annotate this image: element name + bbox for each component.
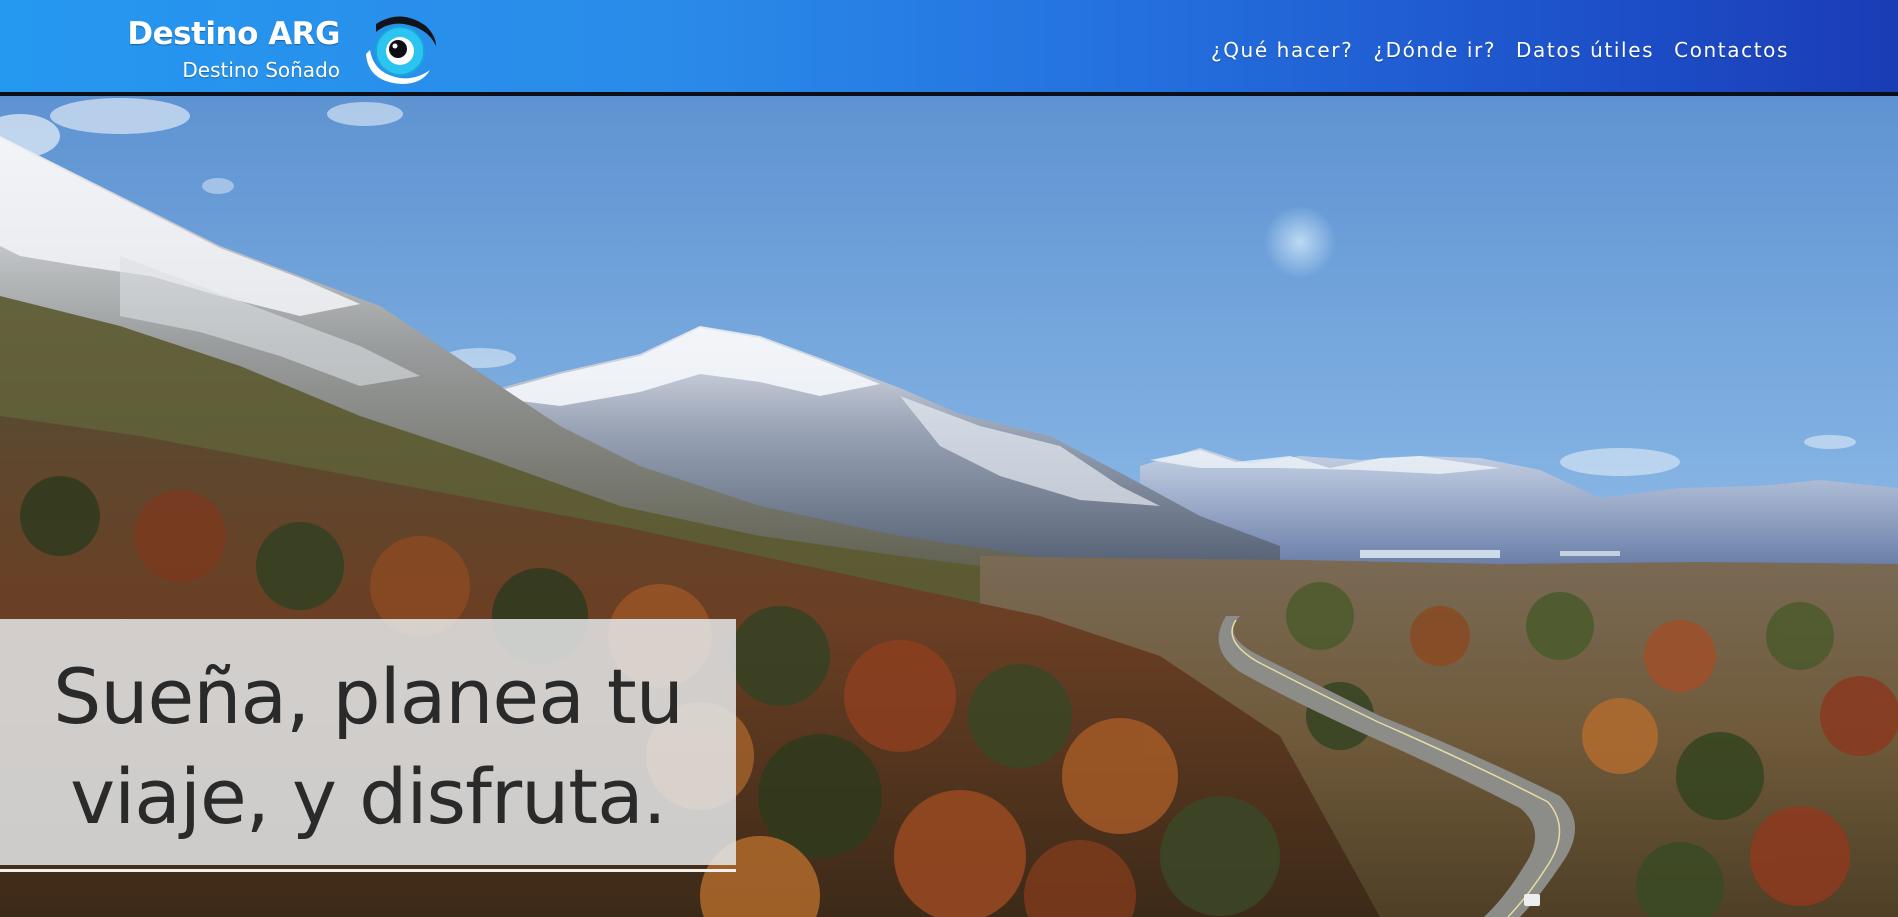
nav-item-datos-utiles[interactable]: Datos útiles (1516, 38, 1654, 62)
brand-title: Destino ARG (127, 16, 340, 52)
nav-item-contactos[interactable]: Contactos (1674, 38, 1789, 62)
hero-tagline-line-1: Sueña, planea tu (53, 652, 684, 741)
nav-item-que-hacer[interactable]: ¿Qué hacer? (1211, 38, 1353, 62)
nav-item-donde-ir[interactable]: ¿Dónde ir? (1373, 38, 1496, 62)
eye-logo-icon (356, 14, 442, 86)
hero-tagline: Sueña, planea tu viaje, y disfruta. (0, 647, 736, 847)
hero-tagline-line-2: viaje, y disfruta. (70, 752, 667, 841)
hero-tagline-box: Sueña, planea tu viaje, y disfruta. (0, 619, 736, 865)
main-nav: ¿Qué hacer? ¿Dónde ir? Datos útiles Cont… (1211, 38, 1789, 62)
site-header: Destino ARG Destino Soñado ¿Qué hacer? ¿… (0, 0, 1898, 96)
brand-home-link[interactable]: Destino ARG Destino Soñado (127, 14, 446, 86)
brand-subtitle: Destino Soñado (182, 58, 340, 82)
page: Destino ARG Destino Soñado ¿Qué hacer? ¿… (0, 0, 1898, 917)
tagline-divider (0, 869, 736, 872)
